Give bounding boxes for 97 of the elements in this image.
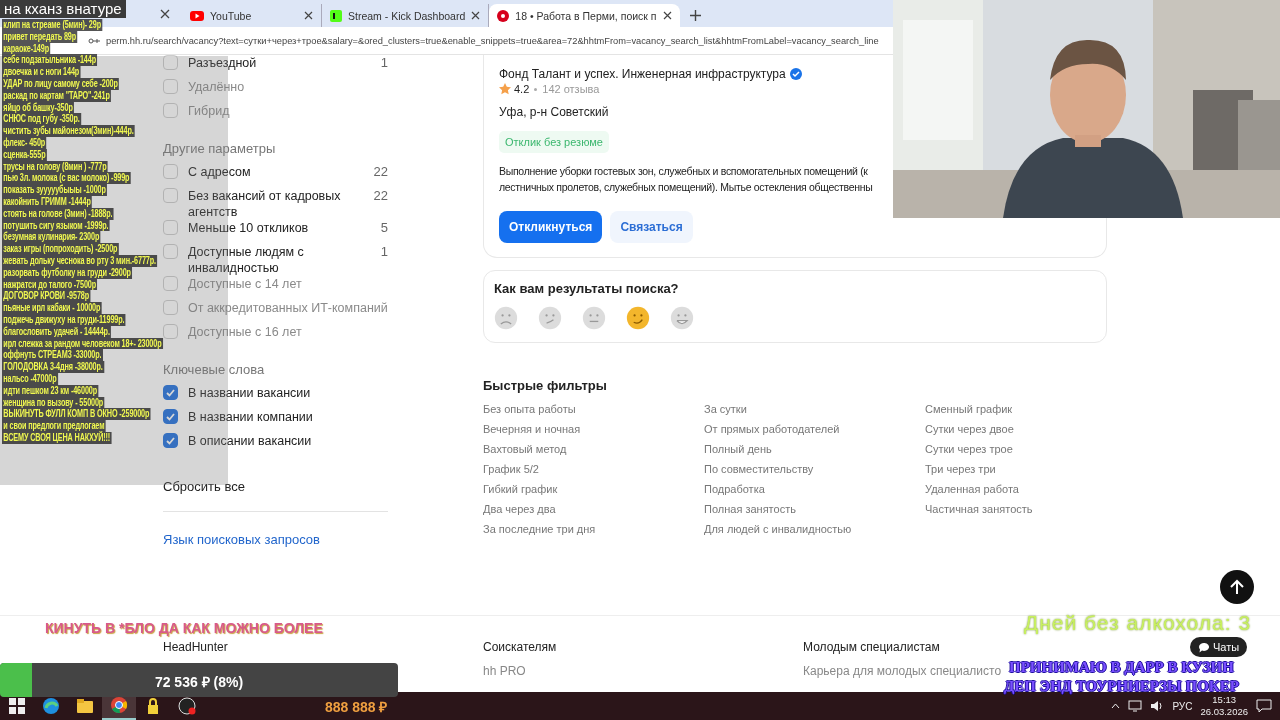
quick-filter-link[interactable]: Частичная занятость	[925, 499, 1033, 519]
grin-face-icon[interactable]	[670, 306, 694, 330]
filter-label[interactable]: В названии компании	[188, 409, 388, 425]
description-line: лестничных пролетов, служебных помещений). Мытье остекления общественны	[499, 180, 873, 195]
location: Уфа, р-н Советский	[499, 105, 610, 119]
goal-amount: 72 536 ₽ (8%)	[153, 673, 245, 691]
quick-filter-link[interactable]: Сутки через трое	[925, 439, 1013, 459]
checkbox[interactable]	[163, 385, 178, 400]
sober-days-text: Дней без алкохола: 3	[1024, 611, 1252, 635]
filter-label[interactable]: Без вакансий от кадровых агентств	[188, 188, 364, 220]
quick-filter-link[interactable]: Сутки через двое	[925, 419, 1014, 439]
filter-group-title: Другие параметры	[163, 141, 277, 156]
sad-face-icon[interactable]	[494, 306, 518, 330]
language-link[interactable]: Язык поисковых запросов	[163, 532, 320, 547]
quick-filter-link[interactable]: От прямых работодателей	[704, 419, 840, 439]
chevron-up-icon[interactable]	[1111, 703, 1121, 709]
filter-label[interactable]: Меньше 10 откликов	[188, 220, 371, 236]
edge-icon[interactable]	[42, 697, 60, 715]
no-resume-tag: Отклик без резюме	[499, 131, 609, 153]
quick-filter-link[interactable]: Без опыта работы	[483, 399, 576, 419]
kick-icon	[330, 9, 342, 22]
notification-icon[interactable]	[1256, 699, 1272, 713]
language-indicator[interactable]: РУС	[1172, 700, 1193, 712]
youtube-icon	[190, 10, 204, 21]
contact-button[interactable]: Связаться	[610, 211, 693, 243]
footer-link[interactable]: Карьера для молодых специалисто	[803, 664, 1002, 678]
quick-filter-link[interactable]: Удаленная работа	[925, 479, 1019, 499]
verified-icon	[789, 68, 802, 80]
quick-filter-link[interactable]: Три через три	[925, 459, 996, 479]
filter-count: 1	[380, 244, 388, 259]
filter-label[interactable]: Разъездной	[188, 55, 371, 71]
footer-link[interactable]: hh PRO	[483, 664, 526, 678]
folder-icon[interactable]	[76, 697, 94, 715]
site-info-icon[interactable]	[88, 35, 100, 46]
smile-face-icon[interactable]	[626, 306, 650, 330]
chrome-icon[interactable]	[110, 696, 128, 714]
browser-tab[interactable]: 18 • Работа в Перми, поиск п	[489, 4, 680, 27]
filter-count: 1	[380, 55, 388, 70]
quick-filter-link[interactable]: Подработка	[704, 479, 765, 499]
checkbox[interactable]	[163, 433, 178, 448]
chat-bubble-icon	[1198, 641, 1209, 653]
hh-icon	[497, 9, 510, 22]
counter-text: 888 888 ₽	[325, 698, 388, 716]
confused-face-icon[interactable]	[538, 306, 562, 330]
overlay-title: на кханз внатуре	[0, 0, 126, 18]
reviews-count[interactable]: 142 отзыва	[542, 83, 600, 95]
rating: 4.2	[514, 83, 530, 95]
quick-filter-link[interactable]: Вахтовый метод	[483, 439, 567, 459]
new-tab-icon[interactable]	[689, 10, 701, 21]
footer-heading: Соискателям	[483, 640, 557, 654]
footer-heading: Молодым специалистам	[803, 640, 940, 654]
quick-filter-link[interactable]: Полная занятость	[704, 499, 796, 519]
footer-heading: HeadHunter	[163, 640, 228, 654]
filter-label[interactable]: С адресом	[188, 164, 364, 180]
neutral-face-icon[interactable]	[582, 306, 606, 330]
filter-label[interactable]: В названии вакансии	[188, 385, 388, 401]
obs-icon[interactable]	[178, 697, 196, 715]
reset-link[interactable]: Сбросить все	[163, 479, 245, 494]
quick-filter-link[interactable]: График 5/2	[483, 459, 539, 479]
close-icon[interactable]	[160, 8, 170, 19]
filter-group-title: Ключевые слова	[163, 362, 266, 377]
close-icon[interactable]	[662, 11, 672, 20]
poker-banner-text: ПРИНИМАЮ В ДАРР В КУЗИН	[1009, 658, 1234, 677]
start-icon[interactable]	[9, 698, 25, 714]
quick-filters-title: Быстрые фильтры	[483, 378, 607, 393]
clock[interactable]: 15:13 26.03.2026	[1200, 694, 1248, 718]
filter-count: 22	[373, 188, 388, 203]
quick-filter-link[interactable]: Для людей с инвалидностью	[704, 519, 852, 539]
chat-button[interactable]: Чаты	[1190, 637, 1248, 657]
close-icon[interactable]	[304, 11, 313, 20]
filter-label[interactable]: В описании вакансии	[188, 433, 388, 449]
quick-filter-link[interactable]: Гибкий график	[483, 479, 558, 499]
quick-filter-link[interactable]: Сменный график	[925, 399, 1013, 419]
filter-count: 5	[380, 220, 388, 235]
network-icon[interactable]	[1128, 700, 1143, 712]
quick-filter-link[interactable]: Вечерняя и ночная	[483, 419, 581, 439]
quick-filter-link[interactable]: Полный день	[704, 439, 772, 459]
feedback-title: Как вам результаты поиска?	[494, 281, 679, 296]
checkbox[interactable]	[163, 409, 178, 424]
company-name[interactable]: Фонд Талант и успех. Инженерная инфраструктура	[499, 67, 786, 81]
description-line: Выполнение уборки гостевых зон, служебных и вспомогательных помещений (к	[499, 164, 868, 179]
filter-count: 22	[373, 164, 388, 179]
quick-filter-link[interactable]: Два через два	[483, 499, 556, 519]
volume-icon[interactable]	[1150, 700, 1165, 712]
poker-banner-text: ДЕП ЭНД ТОУРНИЕРЗЫ ПОКЕР	[1004, 677, 1239, 696]
arrow-up-icon	[1229, 579, 1245, 595]
address-bar[interactable]: perm.hh.ru/search/vacancy?text=сутки+через+трое&salary=&ored_clusters=true&enable_snippets=true&area=72&hhtmFrom=vacancy_search_list&hhtmFromLabel=vacancy_search_line	[106, 35, 879, 46]
respond-button[interactable]: Откликнуться	[499, 211, 603, 243]
quick-filter-link[interactable]: За сутки	[704, 399, 747, 419]
scroll-up-button[interactable]	[1220, 570, 1254, 604]
goal-title: КИНУТЬ В *БЛО ДА КАК МОЖНО БОЛЕЕ	[45, 620, 323, 636]
filter-label[interactable]: Доступные людям с инвалидностью	[188, 244, 371, 276]
separator-dot	[534, 87, 538, 91]
quick-filter-link[interactable]: По совместительству	[704, 459, 814, 479]
star-icon	[499, 83, 511, 95]
close-icon[interactable]	[471, 11, 481, 20]
quick-filter-link[interactable]: За последние три дня	[483, 519, 596, 539]
